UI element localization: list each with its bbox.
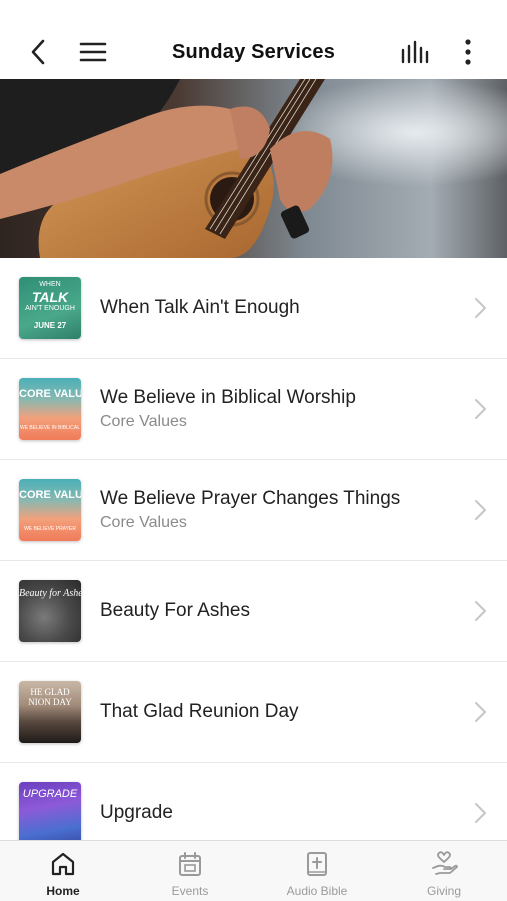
- list-item[interactable]: WHEN TALK AIN'T ENOUGH JUNE 27 When Talk…: [0, 258, 507, 359]
- series-thumbnail: HE GLAD NION DAY: [19, 681, 81, 743]
- item-subtitle: Core Values: [100, 413, 187, 430]
- list-item[interactable]: CORE VALUES WE BELIEVE PRAYER We Believe…: [0, 460, 507, 561]
- tab-label: Home: [46, 884, 80, 898]
- bottom-tab-bar: Home Events Audio Bible Giving: [0, 840, 507, 901]
- thumb-text: JUNE 27: [33, 321, 67, 330]
- thumb-text: WE BELIEVE IN BIBLICAL: [19, 425, 81, 431]
- list-item[interactable]: HE GLAD NION DAY That Glad Reunion Day: [0, 662, 507, 763]
- chevron-right-icon: [470, 296, 490, 320]
- tab-audio-bible[interactable]: Audio Bible: [254, 841, 380, 901]
- thumb-text: AIN'T ENOUGH: [25, 305, 75, 312]
- guitar-player-photo: [0, 79, 507, 258]
- list-item[interactable]: Beauty for Ashes Beauty For Ashes: [0, 561, 507, 662]
- tab-label: Events: [171, 884, 209, 898]
- tab-label: Giving: [426, 884, 461, 898]
- item-subtitle: Core Values: [100, 514, 187, 531]
- series-thumbnail: CORE VALUES WE BELIEVE IN BIBLICAL: [19, 378, 81, 440]
- chevron-right-icon: [470, 498, 490, 522]
- chevron-right-icon: [470, 700, 490, 724]
- item-title: That Glad Reunion Day: [100, 701, 299, 722]
- calendar-icon: [176, 850, 204, 878]
- more-vertical-icon[interactable]: [455, 38, 481, 66]
- thumb-text: WHEN: [39, 281, 61, 288]
- thumb-text: NION DAY: [28, 697, 72, 707]
- hero-image: [0, 79, 507, 258]
- list-item[interactable]: CORE VALUES WE BELIEVE IN BIBLICAL We Be…: [0, 359, 507, 460]
- thumb-text: CORE VALUES: [19, 388, 81, 400]
- thumb-text: CORE VALUES: [19, 489, 81, 501]
- series-thumbnail: WHEN TALK AIN'T ENOUGH JUNE 27: [19, 277, 81, 339]
- chevron-right-icon: [470, 397, 490, 421]
- tab-label: Audio Bible: [286, 884, 348, 898]
- tab-events[interactable]: Events: [127, 841, 253, 901]
- giving-hand-icon: [430, 850, 458, 878]
- item-title: We Believe in Biblical Worship: [100, 387, 356, 408]
- thumb-text: Beauty for Ashes: [19, 588, 81, 599]
- chevron-right-icon: [470, 599, 490, 623]
- item-title: Upgrade: [100, 802, 173, 823]
- audio-bars-icon[interactable]: [398, 38, 432, 66]
- item-title: When Talk Ain't Enough: [100, 297, 300, 318]
- chevron-right-icon: [470, 801, 490, 825]
- services-list: WHEN TALK AIN'T ENOUGH JUNE 27 When Talk…: [0, 258, 507, 863]
- series-thumbnail: UPGRADE: [19, 782, 81, 844]
- series-thumbnail: Beauty for Ashes: [19, 580, 81, 642]
- series-thumbnail: CORE VALUES WE BELIEVE PRAYER: [19, 479, 81, 541]
- thumb-text: HE GLAD: [30, 687, 70, 697]
- thumb-text: TALK: [31, 289, 69, 305]
- home-icon: [49, 850, 77, 878]
- item-title: We Believe Prayer Changes Things: [100, 488, 401, 509]
- bible-icon: [303, 850, 331, 878]
- thumb-text: UPGRADE: [22, 788, 78, 800]
- tab-home[interactable]: Home: [0, 841, 126, 901]
- top-navigation-bar: Sunday Services: [0, 0, 507, 79]
- tab-giving[interactable]: Giving: [381, 841, 507, 901]
- thumb-text: WE BELIEVE PRAYER: [24, 526, 76, 532]
- item-title: Beauty For Ashes: [100, 600, 250, 621]
